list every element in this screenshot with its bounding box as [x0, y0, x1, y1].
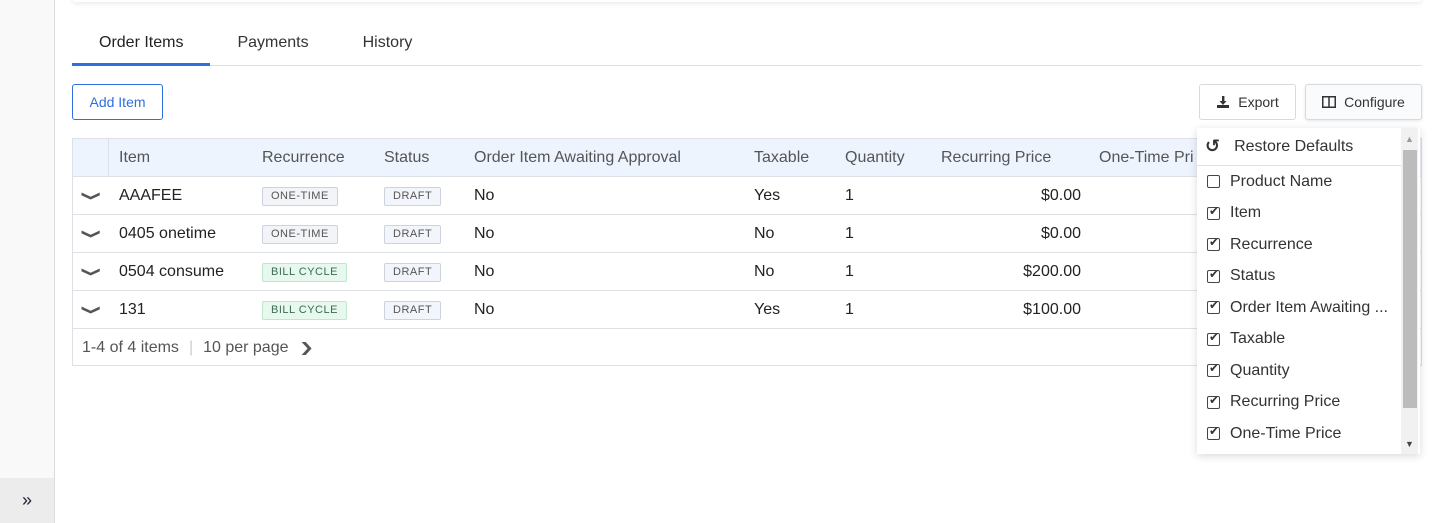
expand-row-button[interactable]: ❯ — [73, 215, 109, 252]
checkbox-checked-icon[interactable] — [1207, 361, 1220, 378]
restore-defaults-label: Restore Defaults — [1234, 137, 1354, 155]
item-name: 131 — [119, 300, 146, 318]
download-icon — [1217, 95, 1230, 108]
column-toggle-label: One-Time Price — [1230, 424, 1342, 442]
status-badge: DRAFT — [384, 300, 442, 320]
restore-defaults-item[interactable]: ↺ Restore Defaults — [1197, 128, 1402, 166]
tab-order-items[interactable]: Order Items — [72, 22, 211, 66]
status-badge: DRAFT — [384, 262, 442, 282]
column-toggle-item[interactable]: Product Name — [1197, 166, 1402, 198]
add-item-button[interactable]: Add Item — [72, 84, 163, 120]
recurrence-badge: BILL CYCLE — [262, 262, 347, 282]
recurring-price-value: $0.00 — [1040, 224, 1081, 242]
chevron-down-icon: ❯ — [81, 266, 103, 277]
column-toggle-label: Status — [1230, 267, 1276, 285]
configure-label: Configure — [1344, 94, 1405, 110]
column-toggle-label: Taxable — [1230, 330, 1286, 348]
expand-row-button[interactable]: ❯ — [73, 177, 109, 214]
scroll-up-arrow-icon[interactable]: ▲ — [1401, 130, 1418, 147]
column-toggle-label: Product Name — [1230, 172, 1333, 190]
item-name: 0504 consume — [119, 262, 224, 280]
column-toggle-item[interactable]: One-Time Price — [1197, 418, 1402, 450]
checkbox-checked-icon[interactable] — [1207, 330, 1220, 346]
expand-column-header — [73, 139, 109, 176]
item-range: 1-4 of 4 items — [82, 339, 179, 356]
expand-row-button[interactable]: ❯ — [73, 291, 109, 328]
checkbox-unchecked-icon[interactable] — [1207, 175, 1220, 189]
taxable-value: Yes — [754, 186, 781, 204]
scroll-down-arrow-icon[interactable]: ▼ — [1401, 435, 1418, 452]
awaiting-approval-value: No — [474, 300, 495, 318]
recurring-price-value: $100.00 — [1023, 300, 1081, 318]
column-toggle-label: Order Item Awaiting ... — [1230, 298, 1388, 316]
awaiting-approval-value: No — [474, 262, 495, 280]
export-button[interactable]: Export — [1199, 84, 1296, 120]
column-toggle-label: Recurrence — [1230, 235, 1313, 253]
column-header-awaiting-approval[interactable]: Order Item Awaiting Approval — [474, 149, 754, 167]
tab-history[interactable]: History — [336, 22, 440, 66]
header-card — [72, 0, 1422, 2]
recurrence-badge: ONE-TIME — [262, 224, 338, 244]
tab-bar: Order Items Payments History — [72, 22, 1422, 66]
column-toggle-item[interactable]: Item — [1197, 198, 1402, 230]
quantity-value: 1 — [845, 300, 854, 318]
expand-row-button[interactable]: ❯ — [73, 253, 109, 290]
column-header-recurring-price[interactable]: Recurring Price — [941, 149, 1081, 167]
column-toggle-item[interactable]: Order Item Awaiting ... — [1197, 292, 1402, 324]
awaiting-approval-value: No — [474, 224, 495, 242]
sidebar: » — [0, 0, 55, 523]
configure-columns-menu: ↺ Restore Defaults Product Name Item Recur… — [1197, 128, 1420, 454]
checkbox-checked-icon[interactable] — [1207, 424, 1220, 441]
per-page-label: 10 per page — [203, 339, 289, 356]
column-header-recurrence[interactable]: Recurrence — [262, 149, 384, 167]
checkbox-checked-icon[interactable] — [1207, 204, 1220, 220]
chevron-down-icon: ❯ — [81, 228, 103, 239]
status-badge: DRAFT — [384, 224, 442, 244]
recurring-price-value: $0.00 — [1040, 186, 1081, 204]
chevron-down-icon: ❯ — [298, 340, 315, 355]
chevron-down-icon: ❯ — [81, 304, 103, 315]
per-page-select[interactable]: 10 per page ❯ — [203, 339, 315, 357]
column-toggle-label: Quantity — [1230, 361, 1290, 379]
taxable-value: No — [754, 224, 775, 242]
column-toggle-item[interactable]: Taxable — [1197, 324, 1402, 356]
taxable-value: Yes — [754, 300, 781, 318]
checkbox-checked-icon[interactable] — [1207, 298, 1220, 315]
expand-sidebar-button[interactable]: » — [0, 478, 54, 523]
undo-icon: ↺ — [1205, 136, 1221, 156]
checkbox-checked-icon[interactable] — [1207, 393, 1220, 409]
column-header-item[interactable]: Item — [109, 149, 262, 167]
column-toggle-label: Recurring Price — [1230, 393, 1341, 411]
awaiting-approval-value: No — [474, 186, 495, 204]
column-toggle-item[interactable]: Status — [1197, 261, 1402, 293]
scrollbar-thumb[interactable] — [1403, 150, 1417, 408]
configure-button[interactable]: Configure — [1305, 84, 1422, 120]
chevron-down-icon: ❯ — [81, 190, 103, 201]
recurrence-badge: ONE-TIME — [262, 186, 338, 206]
column-toggle-item[interactable]: Quantity — [1197, 355, 1402, 387]
column-header-status[interactable]: Status — [384, 149, 474, 167]
menu-scrollbar[interactable]: ▲ ▼ — [1401, 128, 1418, 454]
column-toggle-label: Item — [1230, 204, 1262, 222]
quantity-value: 1 — [845, 224, 854, 242]
column-toggle-item[interactable]: Recurrence — [1197, 229, 1402, 261]
recurrence-badge: BILL CYCLE — [262, 300, 347, 320]
export-label: Export — [1238, 94, 1279, 110]
column-header-quantity[interactable]: Quantity — [845, 149, 941, 167]
column-toggle-item[interactable]: Recurring Price — [1197, 387, 1402, 419]
status-badge: DRAFT — [384, 186, 442, 206]
checkbox-checked-icon[interactable] — [1207, 267, 1220, 283]
double-chevron-right-icon: » — [21, 490, 32, 510]
taxable-value: No — [754, 262, 775, 280]
quantity-value: 1 — [845, 262, 854, 280]
item-name: 0405 onetime — [119, 224, 216, 242]
quantity-value: 1 — [845, 186, 854, 204]
tab-payments[interactable]: Payments — [210, 22, 335, 66]
checkbox-checked-icon[interactable] — [1207, 235, 1220, 252]
recurring-price-value: $200.00 — [1023, 262, 1081, 280]
column-header-taxable[interactable]: Taxable — [754, 149, 845, 167]
columns-icon — [1322, 96, 1337, 108]
footer-divider: | — [188, 339, 194, 356]
item-name: AAAFEE — [119, 186, 183, 204]
